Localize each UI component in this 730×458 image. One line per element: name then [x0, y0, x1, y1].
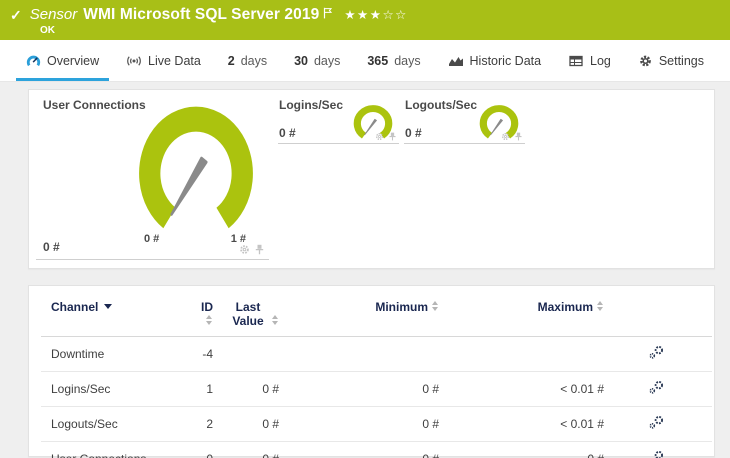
tab-label: Log — [590, 53, 611, 68]
tab-historic-data[interactable]: Historic Data — [438, 40, 552, 81]
channel-minimum — [287, 336, 447, 372]
gauge-current-value: 0 # — [405, 126, 422, 140]
pin-icon[interactable] — [254, 244, 265, 255]
overview-content: User Connections 0 # 1 # 0 # Logins/Sec … — [0, 82, 730, 458]
tab-label: days — [313, 53, 341, 68]
column-header-maximum[interactable]: Maximum — [447, 300, 612, 337]
log-table-icon — [569, 55, 583, 66]
tab-number: 365 — [367, 53, 389, 68]
flag-icon[interactable] — [323, 6, 333, 24]
sensor-kind-label: Sensor — [29, 6, 78, 23]
gauge-needle — [170, 156, 208, 216]
channel-maximum: < 0.01 # — [447, 406, 612, 442]
priority-stars[interactable]: ★★★☆☆ — [344, 8, 408, 22]
column-header-channel[interactable]: Channel — [41, 300, 191, 337]
user-connections-gauge: 0 # 1 # — [134, 106, 258, 246]
table-row-downtime: Downtime -4 — [41, 336, 712, 372]
tab-label: Historic Data — [469, 53, 542, 68]
column-header-minimum[interactable]: Minimum — [287, 300, 447, 337]
gauge-arc — [139, 106, 253, 229]
sort-icon — [272, 315, 279, 325]
gauges-panel: User Connections 0 # 1 # 0 # Logins/Sec … — [28, 89, 715, 269]
channel-minimum: 0 # — [287, 371, 447, 407]
channel-settings-gears-icon[interactable] — [648, 415, 665, 430]
channel-minimum: 0 # — [287, 406, 447, 442]
channel-last-value: 0 # — [221, 441, 287, 458]
channels-panel: Channel ID Last Value Minimum Maximum Do… — [28, 285, 715, 458]
sort-icon — [432, 301, 439, 311]
tab-365-days[interactable]: 365 days — [357, 40, 430, 81]
channel-id: 1 — [191, 371, 221, 407]
pin-icon[interactable] — [514, 132, 523, 141]
tab-label: days — [240, 53, 268, 68]
stars-empty[interactable]: ☆☆ — [382, 8, 407, 22]
channel-settings-gears-icon[interactable] — [648, 345, 665, 360]
gauge-min-label: 0 # — [144, 233, 160, 245]
gauge-widget-logins-sec: Logins/Sec 0 # — [278, 98, 399, 144]
gear-icon[interactable] — [501, 132, 510, 141]
gauge-icon — [26, 55, 41, 66]
sensor-status-badge: OK — [40, 25, 55, 36]
tab-overview[interactable]: Overview — [16, 40, 110, 81]
tab-label: Settings — [658, 53, 704, 68]
table-row-logouts-sec: Logouts/Sec 2 0 # 0 # < 0.01 # — [41, 406, 712, 442]
channel-settings-gears-icon[interactable] — [648, 380, 665, 395]
channels-table: Channel ID Last Value Minimum Maximum Do… — [41, 300, 712, 458]
gear-icon[interactable] — [375, 132, 384, 141]
tab-30-days[interactable]: 30 days — [284, 40, 350, 81]
channel-last-value — [221, 336, 287, 372]
gear-icon — [639, 55, 651, 66]
channel-last-value: 0 # — [221, 371, 287, 407]
table-row-user-connections: User Connections 0 0 # 0 # 0 # — [41, 441, 712, 458]
tab-log[interactable]: Log — [558, 40, 621, 81]
channel-id: -4 — [191, 336, 221, 372]
area-chart-icon — [448, 56, 463, 66]
channel-maximum — [447, 336, 612, 372]
broadcast-icon — [127, 55, 141, 66]
channel-id: 0 — [191, 441, 221, 458]
channel-id: 2 — [191, 406, 221, 442]
tab-number: 30 — [294, 53, 308, 68]
tab-label: Overview — [47, 53, 100, 68]
column-header-last-value[interactable]: Last Value — [221, 300, 287, 337]
table-row-logins-sec: Logins/Sec 1 0 # 0 # < 0.01 # — [41, 371, 712, 407]
channel-name: Downtime — [41, 336, 191, 372]
sort-icon — [597, 301, 604, 311]
gauge-widget-user-connections: User Connections 0 # 1 # 0 # — [36, 98, 269, 260]
status-ok-check-icon: ✓ — [10, 6, 22, 23]
tab-number: 2 — [227, 53, 235, 68]
channel-settings-gears-icon[interactable] — [648, 450, 665, 458]
channel-name: User Connections — [41, 441, 191, 458]
channel-minimum: 0 # — [287, 441, 447, 458]
channel-name: Logins/Sec — [41, 371, 191, 407]
gauge-current-value: 0 # — [43, 240, 60, 254]
channel-name: Logouts/Sec — [41, 406, 191, 442]
tab-bar: Overview Live Data 2 days 30 days 365 da… — [0, 40, 730, 82]
tab-live-data[interactable]: Live Data — [116, 40, 211, 81]
sensor-header: ✓ Sensor WMI Microsoft SQL Server 2019 ★… — [0, 0, 730, 40]
chevron-down-icon — [104, 304, 113, 309]
tab-settings[interactable]: Settings — [628, 40, 714, 81]
channel-maximum: < 0.01 # — [447, 371, 612, 407]
column-header-actions — [612, 300, 712, 337]
tab-label: days — [394, 53, 421, 68]
channel-last-value: 0 # — [221, 406, 287, 442]
column-header-id[interactable]: ID — [191, 300, 221, 337]
sort-icon — [206, 315, 213, 325]
tab-2-days[interactable]: 2 days — [218, 40, 277, 81]
gear-icon[interactable] — [239, 244, 250, 255]
gauge-widget-logouts-sec: Logouts/Sec 0 # — [404, 98, 525, 144]
channel-maximum: 0 # — [447, 441, 612, 458]
tab-label: Live Data — [148, 53, 201, 68]
prtg-sensor-page: ✓ Sensor WMI Microsoft SQL Server 2019 ★… — [0, 0, 730, 458]
pin-icon[interactable] — [388, 132, 397, 141]
gauge-current-value: 0 # — [279, 126, 296, 140]
sensor-title: WMI Microsoft SQL Server 2019 — [83, 5, 320, 23]
stars-filled[interactable]: ★★★ — [344, 8, 382, 22]
